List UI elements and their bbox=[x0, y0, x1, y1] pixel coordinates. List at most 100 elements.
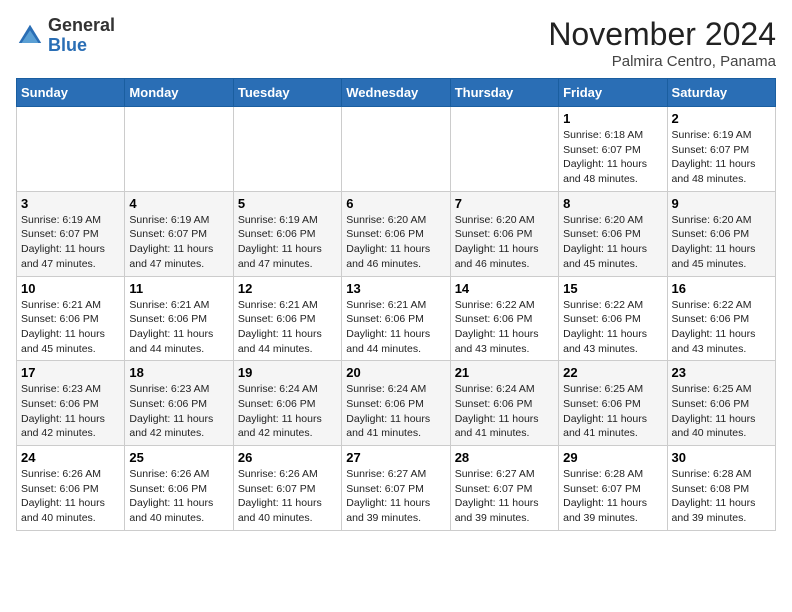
day-cell: 14 Sunrise: 6:22 AMSunset: 6:06 PMDayligh… bbox=[450, 276, 558, 361]
day-cell: 28 Sunrise: 6:27 AMSunset: 6:07 PMDayligh… bbox=[450, 446, 558, 531]
day-info: Sunrise: 6:18 AMSunset: 6:07 PMDaylight:… bbox=[563, 128, 662, 187]
day-number: 28 bbox=[455, 450, 554, 465]
day-cell: 18Sunrise: 6:23 AMSunset: 6:06 PMDayligh… bbox=[125, 361, 233, 446]
day-cell: 26 Sunrise: 6:26 AMSunset: 6:07 PMDayligh… bbox=[233, 446, 341, 531]
header-wednesday: Wednesday bbox=[342, 79, 450, 107]
day-cell: 21 Sunrise: 6:24 AMSunset: 6:06 PMDayligh… bbox=[450, 361, 558, 446]
day-cell: 16Sunrise: 6:22 AMSunset: 6:06 PMDayligh… bbox=[667, 276, 775, 361]
day-number: 17 bbox=[21, 365, 120, 380]
day-info: Sunrise: 6:20 AMSunset: 6:06 PMDaylight:… bbox=[672, 213, 771, 272]
day-cell: 19 Sunrise: 6:24 AMSunset: 6:06 PMDayligh… bbox=[233, 361, 341, 446]
day-number: 8 bbox=[563, 196, 662, 211]
day-number: 1 bbox=[563, 111, 662, 126]
day-info: Sunrise: 6:24 AMSunset: 6:06 PMDaylight:… bbox=[346, 382, 445, 441]
day-info: Sunrise: 6:20 AMSunset: 6:06 PMDaylight:… bbox=[563, 213, 662, 272]
day-number: 10 bbox=[21, 281, 120, 296]
day-info: Sunrise: 6:26 AMSunset: 6:07 PMDaylight:… bbox=[238, 467, 337, 526]
header-friday: Friday bbox=[559, 79, 667, 107]
day-cell bbox=[450, 107, 558, 192]
day-info: Sunrise: 6:25 AMSunset: 6:06 PMDaylight:… bbox=[672, 382, 771, 441]
day-number: 18 bbox=[129, 365, 228, 380]
day-number: 2 bbox=[672, 111, 771, 126]
day-cell: 17 Sunrise: 6:23 AMSunset: 6:06 PMDayligh… bbox=[17, 361, 125, 446]
day-cell: 12Sunrise: 6:21 AMSunset: 6:06 PMDayligh… bbox=[233, 276, 341, 361]
day-cell: 5 Sunrise: 6:19 AMSunset: 6:06 PMDaylight… bbox=[233, 191, 341, 276]
header-saturday: Saturday bbox=[667, 79, 775, 107]
day-cell bbox=[17, 107, 125, 192]
day-info: Sunrise: 6:21 AMSunset: 6:06 PMDaylight:… bbox=[346, 298, 445, 357]
day-number: 23 bbox=[672, 365, 771, 380]
day-info: Sunrise: 6:22 AMSunset: 6:06 PMDaylight:… bbox=[672, 298, 771, 357]
day-number: 26 bbox=[238, 450, 337, 465]
day-number: 27 bbox=[346, 450, 445, 465]
day-number: 25 bbox=[129, 450, 228, 465]
day-info: Sunrise: 6:21 AMSunset: 6:06 PMDaylight:… bbox=[129, 298, 228, 357]
logo: General Blue bbox=[16, 16, 115, 56]
day-info: Sunrise: 6:20 AMSunset: 6:06 PMDaylight:… bbox=[455, 213, 554, 272]
day-cell: 7 Sunrise: 6:20 AMSunset: 6:06 PMDaylight… bbox=[450, 191, 558, 276]
day-cell bbox=[233, 107, 341, 192]
day-info: Sunrise: 6:19 AMSunset: 6:07 PMDaylight:… bbox=[129, 213, 228, 272]
day-info: Sunrise: 6:21 AMSunset: 6:06 PMDaylight:… bbox=[238, 298, 337, 357]
day-cell: 4 Sunrise: 6:19 AMSunset: 6:07 PMDaylight… bbox=[125, 191, 233, 276]
header-tuesday: Tuesday bbox=[233, 79, 341, 107]
calendar-table: SundayMondayTuesdayWednesdayThursdayFrid… bbox=[16, 78, 776, 531]
day-info: Sunrise: 6:23 AMSunset: 6:06 PMDaylight:… bbox=[21, 382, 120, 441]
week-row-5: 24 Sunrise: 6:26 AMSunset: 6:06 PMDayligh… bbox=[17, 446, 776, 531]
day-cell: 25 Sunrise: 6:26 AMSunset: 6:06 PMDayligh… bbox=[125, 446, 233, 531]
day-cell: 10 Sunrise: 6:21 AMSunset: 6:06 PMDayligh… bbox=[17, 276, 125, 361]
day-number: 30 bbox=[672, 450, 771, 465]
day-number: 22 bbox=[563, 365, 662, 380]
day-cell: 27 Sunrise: 6:27 AMSunset: 6:07 PMDayligh… bbox=[342, 446, 450, 531]
day-cell: 2 Sunrise: 6:19 AMSunset: 6:07 PMDaylight… bbox=[667, 107, 775, 192]
day-cell: 20 Sunrise: 6:24 AMSunset: 6:06 PMDayligh… bbox=[342, 361, 450, 446]
logo-general: General bbox=[48, 16, 115, 36]
title-area: November 2024 Palmira Centro, Panama bbox=[548, 16, 776, 70]
day-number: 14 bbox=[455, 281, 554, 296]
day-cell: 11 Sunrise: 6:21 AMSunset: 6:06 PMDayligh… bbox=[125, 276, 233, 361]
header-thursday: Thursday bbox=[450, 79, 558, 107]
day-info: Sunrise: 6:19 AMSunset: 6:07 PMDaylight:… bbox=[672, 128, 771, 187]
day-cell bbox=[125, 107, 233, 192]
day-info: Sunrise: 6:22 AMSunset: 6:06 PMDaylight:… bbox=[455, 298, 554, 357]
day-info: Sunrise: 6:25 AMSunset: 6:06 PMDaylight:… bbox=[563, 382, 662, 441]
day-number: 21 bbox=[455, 365, 554, 380]
day-number: 19 bbox=[238, 365, 337, 380]
day-info: Sunrise: 6:28 AMSunset: 6:08 PMDaylight:… bbox=[672, 467, 771, 526]
calendar-header-row: SundayMondayTuesdayWednesdayThursdayFrid… bbox=[17, 79, 776, 107]
day-number: 20 bbox=[346, 365, 445, 380]
day-number: 9 bbox=[672, 196, 771, 211]
day-number: 15 bbox=[563, 281, 662, 296]
day-number: 5 bbox=[238, 196, 337, 211]
week-row-3: 10 Sunrise: 6:21 AMSunset: 6:06 PMDayligh… bbox=[17, 276, 776, 361]
day-info: Sunrise: 6:22 AMSunset: 6:06 PMDaylight:… bbox=[563, 298, 662, 357]
logo-icon bbox=[16, 22, 44, 50]
day-number: 4 bbox=[129, 196, 228, 211]
day-cell: 29Sunrise: 6:28 AMSunset: 6:07 PMDayligh… bbox=[559, 446, 667, 531]
day-cell: 9 Sunrise: 6:20 AMSunset: 6:06 PMDaylight… bbox=[667, 191, 775, 276]
header-sunday: Sunday bbox=[17, 79, 125, 107]
day-number: 11 bbox=[129, 281, 228, 296]
day-info: Sunrise: 6:27 AMSunset: 6:07 PMDaylight:… bbox=[455, 467, 554, 526]
day-info: Sunrise: 6:20 AMSunset: 6:06 PMDaylight:… bbox=[346, 213, 445, 272]
day-cell: 6 Sunrise: 6:20 AMSunset: 6:06 PMDaylight… bbox=[342, 191, 450, 276]
day-number: 24 bbox=[21, 450, 120, 465]
day-info: Sunrise: 6:19 AMSunset: 6:06 PMDaylight:… bbox=[238, 213, 337, 272]
day-info: Sunrise: 6:24 AMSunset: 6:06 PMDaylight:… bbox=[455, 382, 554, 441]
day-number: 7 bbox=[455, 196, 554, 211]
day-number: 29 bbox=[563, 450, 662, 465]
day-cell: 3Sunrise: 6:19 AMSunset: 6:07 PMDaylight… bbox=[17, 191, 125, 276]
day-cell: 23 Sunrise: 6:25 AMSunset: 6:06 PMDayligh… bbox=[667, 361, 775, 446]
location: Palmira Centro, Panama bbox=[548, 53, 776, 70]
day-info: Sunrise: 6:27 AMSunset: 6:07 PMDaylight:… bbox=[346, 467, 445, 526]
week-row-2: 3Sunrise: 6:19 AMSunset: 6:07 PMDaylight… bbox=[17, 191, 776, 276]
day-number: 6 bbox=[346, 196, 445, 211]
day-cell bbox=[342, 107, 450, 192]
month-title: November 2024 bbox=[548, 16, 776, 53]
day-info: Sunrise: 6:24 AMSunset: 6:06 PMDaylight:… bbox=[238, 382, 337, 441]
day-info: Sunrise: 6:26 AMSunset: 6:06 PMDaylight:… bbox=[21, 467, 120, 526]
day-info: Sunrise: 6:21 AMSunset: 6:06 PMDaylight:… bbox=[21, 298, 120, 357]
day-info: Sunrise: 6:19 AMSunset: 6:07 PMDaylight:… bbox=[21, 213, 120, 272]
day-info: Sunrise: 6:26 AMSunset: 6:06 PMDaylight:… bbox=[129, 467, 228, 526]
header-monday: Monday bbox=[125, 79, 233, 107]
